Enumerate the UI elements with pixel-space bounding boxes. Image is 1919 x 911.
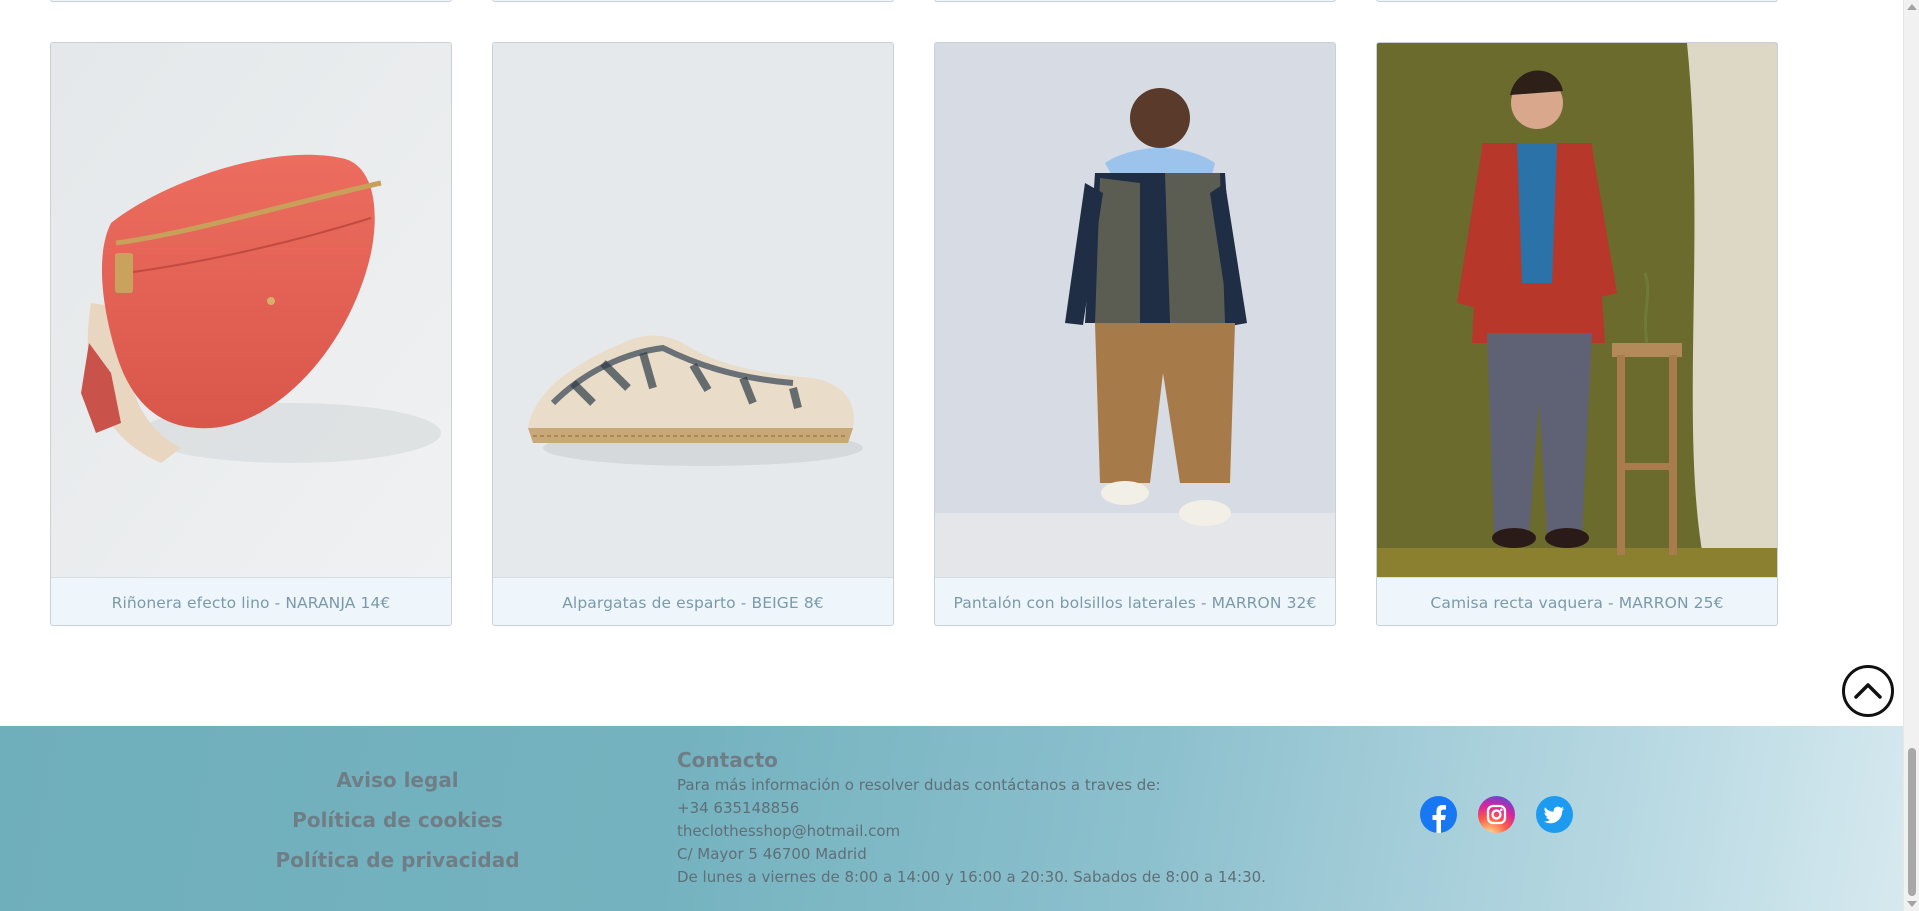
scroll-up-arrow-icon[interactable] xyxy=(1907,4,1917,10)
page: Riñonera efecto lino - NARANJA 14€ Alpar… xyxy=(0,0,1903,911)
scrollbar-thumb[interactable] xyxy=(1908,748,1916,896)
previous-product-card[interactable] xyxy=(50,0,452,2)
legal-notice-link[interactable]: Aviso legal xyxy=(336,766,458,794)
privacy-policy-link[interactable]: Política de privacidad xyxy=(275,846,519,874)
footer: Aviso legal Política de cookies Política… xyxy=(0,726,1903,911)
contact-hours: De lunes a viernes de 8:00 a 14:00 y 16:… xyxy=(677,868,1266,886)
product-caption[interactable]: Alpargatas de esparto - BEIGE 8€ xyxy=(493,577,893,625)
contact-intro: Para más información o resolver dudas co… xyxy=(677,776,1161,794)
product-caption[interactable]: Riñonera efecto lino - NARANJA 14€ xyxy=(51,577,451,625)
espadrille-image[interactable] xyxy=(493,43,893,577)
contact-address: C/ Mayor 5 46700 Madrid xyxy=(677,845,867,863)
back-to-top-button[interactable] xyxy=(1842,665,1894,717)
contact-email: theclothesshop@hotmail.com xyxy=(677,822,901,840)
legal-links: Aviso legal Política de cookies Política… xyxy=(260,766,535,874)
product-card[interactable]: Pantalón con bolsillos laterales - MARRO… xyxy=(934,42,1336,626)
product-caption[interactable]: Pantalón con bolsillos laterales - MARRO… xyxy=(935,577,1335,625)
cookies-policy-link[interactable]: Política de cookies xyxy=(292,806,503,834)
contact-title: Contacto xyxy=(677,748,778,772)
facebook-icon[interactable] xyxy=(1420,796,1457,833)
social-links xyxy=(1420,796,1573,833)
previous-product-card[interactable] xyxy=(1376,0,1778,2)
product-card[interactable]: Riñonera efecto lino - NARANJA 14€ xyxy=(50,42,452,626)
cargo-pants-image[interactable] xyxy=(935,43,1335,577)
previous-product-card[interactable] xyxy=(492,0,894,2)
product-caption[interactable]: Camisa recta vaquera - MARRON 25€ xyxy=(1377,577,1777,625)
chevron-up-icon xyxy=(1854,683,1882,699)
page-scrollbar[interactable] xyxy=(1903,0,1919,911)
previous-product-card[interactable] xyxy=(934,0,1336,2)
twitter-icon[interactable] xyxy=(1536,796,1573,833)
product-card[interactable]: Alpargatas de esparto - BEIGE 8€ xyxy=(492,42,894,626)
contact-section: Contacto Para más información o resolver… xyxy=(677,746,1266,889)
fanny-pack-image[interactable] xyxy=(51,43,451,577)
contact-phone: +34 635148856 xyxy=(677,799,800,817)
product-card[interactable]: Camisa recta vaquera - MARRON 25€ xyxy=(1376,42,1778,626)
instagram-icon[interactable] xyxy=(1478,796,1515,833)
shirt-image[interactable] xyxy=(1377,43,1777,577)
scroll-down-arrow-icon[interactable] xyxy=(1907,901,1917,907)
